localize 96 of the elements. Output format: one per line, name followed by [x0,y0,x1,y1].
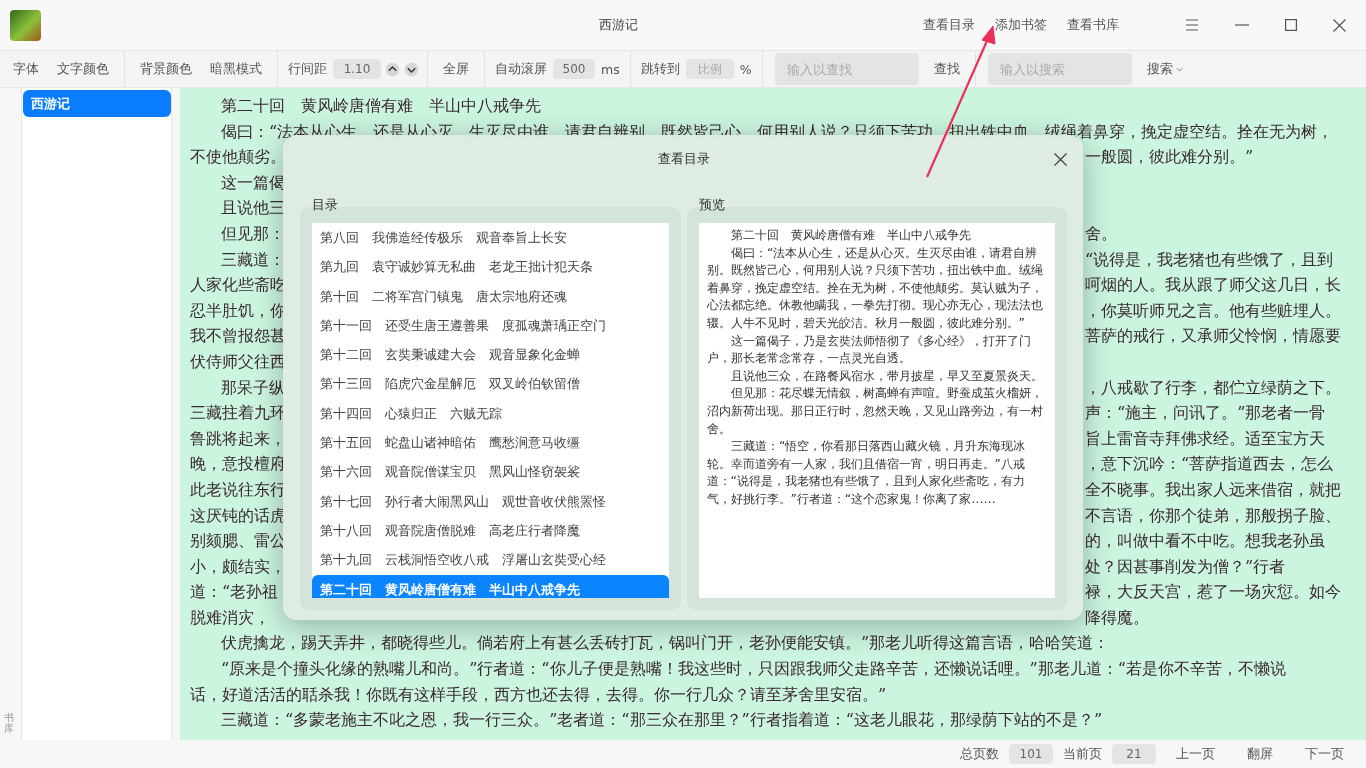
text-line: 第二十回 黄风岭唐僧有难 半山中八戒争先 [220,95,541,117]
preview-paragraph: 但见那：花尽蝶无情叙，树高蝉有声喧。野蚕成茧火榴妍，沼内新荷出现。那日正行时，忽然天晚，又见山路旁边，有一村舍。 [706,385,1045,438]
chapter-item[interactable]: 第十三回 陷虎穴金星解厄 双叉岭伯钦留僧 [312,369,669,399]
chapter-item[interactable]: 第十六回 观音院僧谋宝贝 黑风山怪窃袈裟 [312,457,669,487]
chapter-item[interactable]: 第十二回 玄奘秉诚建大会 观音显象化金蝉 [312,340,669,370]
preview-paragraph: 偈曰：“法本从心生，还是从心灭。生灭尽由谁，请君自辨别。既然皆己心，何用别人说？只须下苦功，扭出铁中血。绒绳着鼻穿，挽定虚空结。拴在无为树，不使他颠劣。莫认贼为子，心法都忘绝。休教他瞒我，一拳先打彻。现心亦无心，现法法也辍。人牛不见时，碧天光皎洁。秋月一般圆，彼此难分别。” [706,244,1044,332]
window-title: 西游记 [597,16,639,34]
text-fragment: 声：“施主，问讯了。”那老者一骨 [1085,402,1326,425]
text-fragment: 但见那： [220,222,285,245]
field-label: 当前页 [1062,745,1103,763]
close-icon[interactable] [1054,153,1067,166]
preview-paragraph: 三藏道：“悟空，你看那日落西山藏火镜，月升东海现冰轮。幸而道旁有一人家，我们且借宿一宵，明日再走。”八戒道：“说得是，我老猪也有些饿了，且到人家化些斋吃，有力气，好挑行李。”行者道：“这个恋家鬼！你离了家…… [706,438,1027,508]
text-line: 话，好道活活的聒杀我！你既有这样手段，西方也还去得，去得。你一行几众？请至茅舍里安宿。” [190,683,887,706]
text-fragment: 脱难消灾， [190,606,270,629]
text-fragment: 此老说往东行 [190,478,286,501]
text-fragment: 的，叫做中看不中吃。想我老孙虽 [1085,530,1325,553]
preview-paragraph: 且说他三众，在路餐风宿水，带月披星，早又至夏景炎天。 [730,367,1045,385]
text-fragment: 鲁跳将起来， [190,427,286,450]
close-icon[interactable] [1333,18,1346,32]
field-label: % [738,61,753,77]
text-fragment: 忍半肚饥，你 [190,299,286,322]
field-label: ms [600,61,621,77]
caret-icon [1175,66,1183,72]
text-fragment: 小，颇结实， [190,555,286,578]
book-item[interactable]: 西游记 [23,90,171,117]
text-fragment: 伏侍师父往西 [190,350,286,373]
text-fragment: 道：“老孙祖 [190,581,279,604]
text-fragment: 降得魔。 [1085,606,1149,629]
toolbar-link[interactable]: 查看目录 [915,12,983,38]
input-field[interactable]: 101 [1009,744,1053,764]
text-fragment: 全不晓事。我出家人远来借宿，就把 [1085,478,1341,501]
text-fragment: 那呆子纵 [220,376,285,399]
toolbar-button[interactable]: 背景颜色 [133,56,199,82]
text-fragment: 菩萨的戒行，又承师父怜悯，情愿要 [1085,325,1341,348]
panel-label: 预览 [698,197,725,214]
field-label: 自动滚屏 [494,60,548,78]
chapter-item[interactable]: 第九回 袁守诚妙算无私曲 老龙王拙计犯天条 [312,252,669,282]
text-fragment: 不使他颠劣。 [190,146,286,169]
text-line: 伏虎擒龙，踢天弄井，都晓得些儿。倘若府上有甚么丢砖打瓦，锅叫门开，老孙便能安镇。”那老儿听得这篇言语，哈哈笑道： [220,632,1110,655]
toolbar-button[interactable]: 翻屏 [1235,741,1285,767]
text-fragment: ，意下沉吟：“菩萨指道西去，怎么 [1085,453,1334,476]
text-fragment: 这厌钝的话虎 [190,504,286,527]
dialog-title: 查看目录 [657,150,710,168]
input-field[interactable]: 21 [1112,744,1156,764]
text-fragment: 三藏拄着九环 [190,402,286,425]
toolbar-link[interactable]: 添加书签 [987,12,1055,38]
chapter-item[interactable]: 第十九回 云栈洞悟空收八戒 浮屠山玄奘受心经 [312,545,669,575]
text-fragment: ，你莫听师兄之言。他有些赃埋人。 [1085,299,1341,322]
text-fragment: 且说他三 [220,197,285,220]
panel-label: 目录 [312,197,338,214]
toolbar-button[interactable]: 查找 [926,56,967,82]
field-label: 行间距 [287,60,328,78]
text-fragment: 舍。 [1085,222,1117,245]
text-line: 三藏道：“多蒙老施主不叱之恩，我一行三众。”老者道：“那三众在那里？”行者指着道：“这老儿眼花，那绿荫下站的不是？” [220,709,1103,732]
text-fragment: 处？因甚事削发为僧？”行者 [1085,555,1286,578]
chapter-item[interactable]: 第十七回 孙行者大闹黑风山 观世音收伏熊罴怪 [312,486,669,516]
chapter-item[interactable]: 第八回 我佛造经传极乐 观音奉旨上长安 [312,223,669,253]
text-fragment: 呵烟的人。我从跟了师父这几日，长 [1085,274,1341,297]
toolbar-button[interactable]: 下一页 [1293,741,1356,767]
field-label: 跳转到 [639,60,681,78]
text-fragment: 旨上雷音寺拜佛求经。适至宝方天 [1085,427,1325,450]
app-logo [10,9,41,41]
text-line: 偈曰：“法本从心生，还是从心灭。生灭尽由谁，请君自辨别。既然皆己心，何用别人说？只须下苦功，扭出铁中血。绒绳着鼻穿，挽定虚空结。拴在无为树， [220,120,1334,143]
text-fragment: 不言语，你那个徒弟，那般拐子脸、 [1085,504,1341,527]
preview-paragraph: 第二十回 黄风岭唐僧有难 半山中八戒争先 [730,227,973,244]
text-fragment: 禄，大反天宫，惹了一场灾愆。如今 [1085,581,1341,604]
text-fragment: ，八戒歇了行李，都伫立绿荫之下。 [1085,376,1341,399]
chapter-item[interactable]: 第十四回 心猿归正 六贼无踪 [312,398,669,429]
input-field[interactable]: 1.10 [333,59,381,79]
search-dropdown[interactable]: 搜索 [1139,56,1190,82]
toolbar-button[interactable]: 字体 [6,56,46,82]
text-fragment: 我不曾报怨甚 [190,325,286,348]
text-fragment: 别颏腮、雷公 [190,530,286,553]
chapter-item[interactable]: 第十八回 观音院唐僧脱难 高老庄行者降魔 [312,515,669,546]
toolbar-button[interactable]: 文字颜色 [50,56,116,82]
chapter-item[interactable]: 第十一回 还受生唐王遵善果 度孤魂萧瑀正空门 [312,310,669,341]
chapter-item[interactable]: 第二十回 黄风岭唐僧有难 半山中八戒争先 [312,574,669,598]
chapter-item[interactable]: 第十回 二将军宫门镇鬼 唐太宗地府还魂 [312,281,669,311]
maximize-icon[interactable] [1285,19,1297,31]
toolbar-button[interactable]: 上一页 [1164,741,1227,767]
toolbar-link[interactable]: 查看书库 [1059,12,1127,38]
text-fragment: 晚，意投檀府 [190,453,286,476]
chapter-item[interactable]: 第十五回 蛇盘山诸神暗佑 鹰愁涧意马收缰 [312,428,669,458]
preview-paragraph: 这一篇偈子，乃是玄奘法师悟彻了《多心经》，打开了门户，那长老常念常存，一点灵光自透。 [706,332,1033,368]
field-label: 总页数 [959,745,1000,763]
chevron-down-icon[interactable] [404,61,419,77]
text-fragment: 一般圆，彼此难分别。” [1085,146,1254,169]
text-fragment: 三藏道： [220,248,285,271]
text-line: “原来是个撞头化缘的熟嘴儿和尚。”行者道：“你儿子便是熟嘴！我这些时，只因跟我师父走路辛苦，还懒说话哩。”那老儿道：“若是你不辛苦，不懒说 [220,658,1286,681]
text-fragment: 这一篇偈 [220,171,285,194]
toolbar-button[interactable]: 暗黑模式 [203,56,269,82]
toolbar-button[interactable]: 全屏 [436,56,476,82]
chevron-up-icon[interactable] [385,61,400,77]
text-fragment: 人家化些斋吃 [190,274,286,297]
input-field[interactable]: 500 [553,59,595,79]
text-fragment: “说得是，我老猪也有些饿了，且到 [1085,248,1334,271]
